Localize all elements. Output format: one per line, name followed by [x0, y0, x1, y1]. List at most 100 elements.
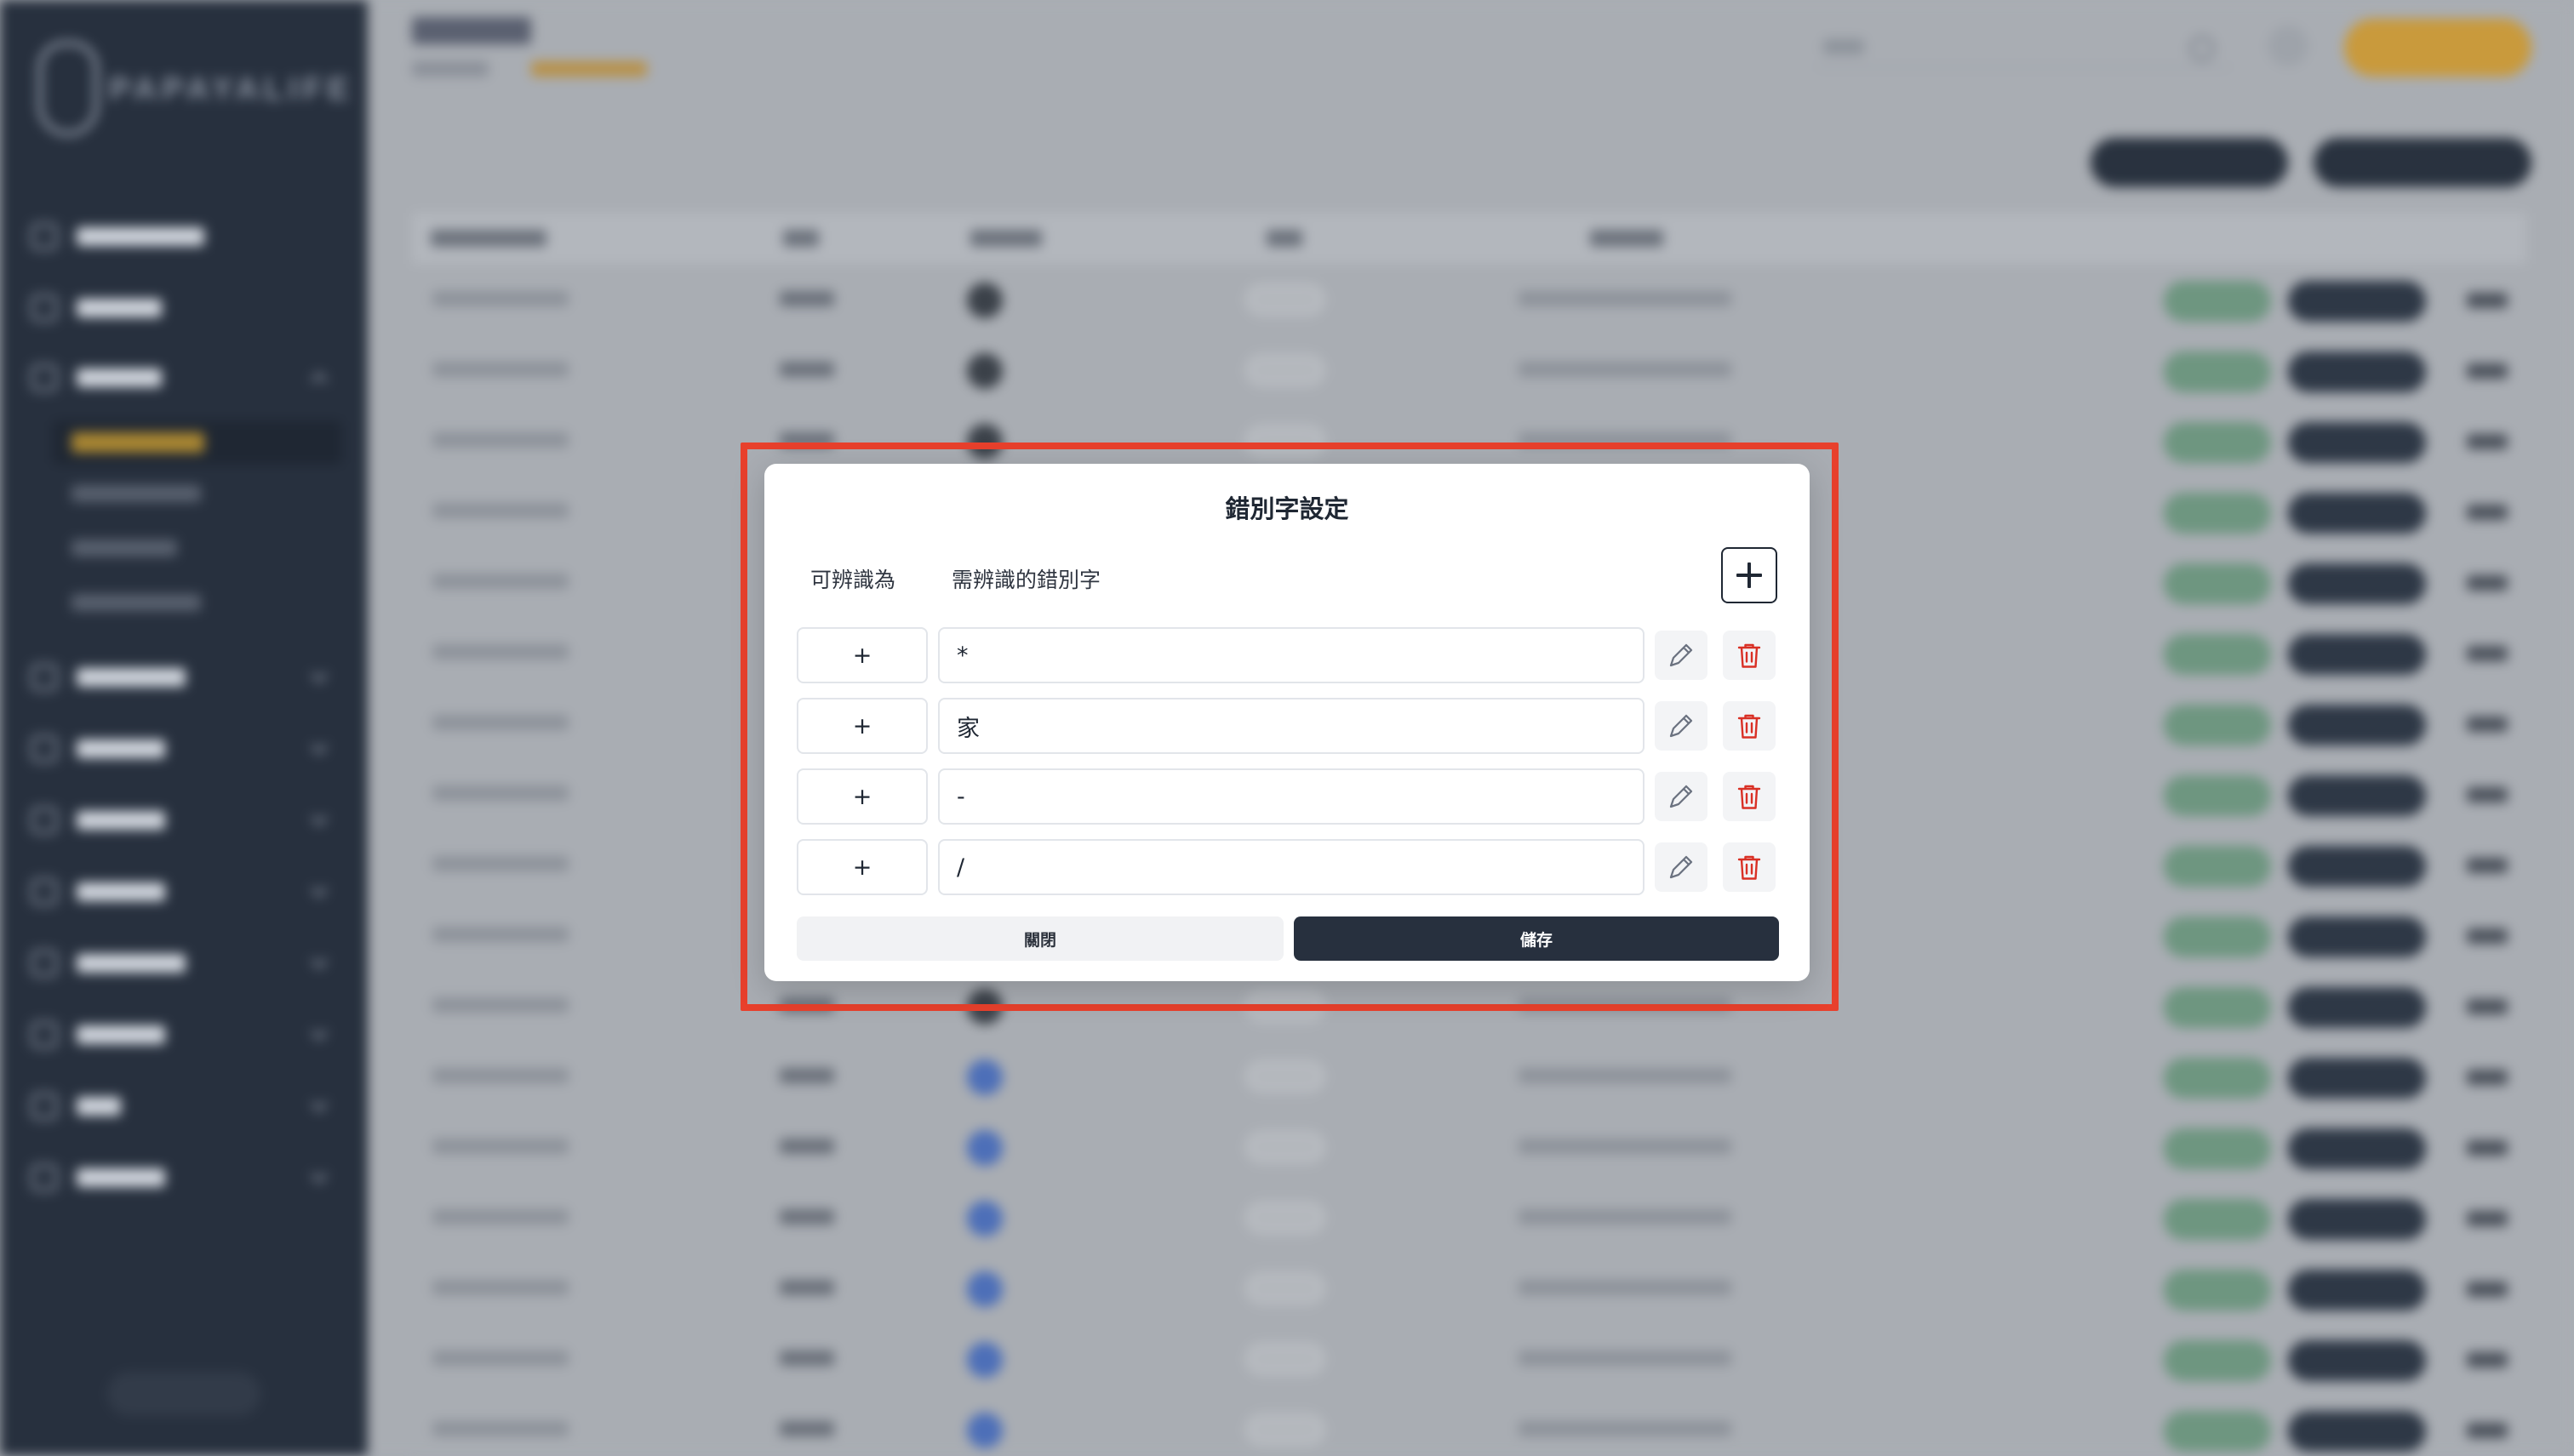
typo-input[interactable]	[938, 768, 1644, 825]
row-action-button[interactable]	[2288, 1340, 2426, 1381]
row-action-button[interactable]	[2164, 281, 2271, 322]
row-action-button[interactable]	[2164, 846, 2271, 887]
row-delete-button[interactable]	[2467, 575, 2508, 591]
row-action-button[interactable]	[2288, 987, 2426, 1028]
add-row-button[interactable]	[1721, 547, 1777, 603]
row-action-button[interactable]	[2288, 634, 2426, 675]
cell-toggle[interactable]	[1246, 1061, 1324, 1092]
sidebar-item[interactable]	[31, 875, 337, 909]
notification-button[interactable]	[2268, 26, 2308, 66]
sidebar-item[interactable]	[31, 291, 337, 325]
row-action-button[interactable]	[2288, 1058, 2426, 1099]
table-row	[412, 1323, 2526, 1394]
sidebar-item[interactable]	[31, 803, 337, 837]
row-action-button[interactable]	[2164, 775, 2271, 816]
cell-toggle[interactable]	[1246, 1344, 1324, 1374]
row-delete-button[interactable]	[2467, 434, 2508, 449]
row-action-button[interactable]	[2288, 705, 2426, 745]
sidebar-item[interactable]	[31, 946, 337, 980]
row-delete-button[interactable]	[2467, 293, 2508, 308]
cell-toggle[interactable]	[1246, 1202, 1324, 1233]
edit-button[interactable]	[1655, 631, 1707, 680]
row-action-button[interactable]	[2288, 1128, 2426, 1169]
user-menu-button[interactable]	[2344, 19, 2531, 77]
row-action-button[interactable]	[2288, 422, 2426, 463]
sidebar-item[interactable]	[31, 1161, 337, 1195]
typo-input[interactable]	[938, 698, 1644, 754]
row-delete-button[interactable]	[2467, 646, 2508, 661]
toolbar-button[interactable]	[2314, 138, 2531, 187]
row-delete-button[interactable]	[2467, 928, 2508, 944]
cell-toggle[interactable]	[1246, 284, 1324, 315]
row-action-button[interactable]	[2164, 1128, 2271, 1169]
typo-input[interactable]	[938, 839, 1644, 895]
row-delete-button[interactable]	[2467, 1070, 2508, 1085]
save-button[interactable]: 儲存	[1294, 916, 1779, 961]
cell-toggle[interactable]	[1246, 355, 1324, 385]
close-button[interactable]: 關閉	[797, 916, 1284, 961]
row-action-button[interactable]	[2288, 1270, 2426, 1310]
row-action-button[interactable]	[2164, 422, 2271, 463]
row-delete-button[interactable]	[2467, 1282, 2508, 1297]
row-action-button[interactable]	[2164, 563, 2271, 604]
row-action-button[interactable]	[2164, 1058, 2271, 1099]
sidebar-item[interactable]	[31, 732, 337, 766]
row-action-button[interactable]	[2288, 916, 2426, 957]
row-action-button[interactable]	[2288, 775, 2426, 816]
sidebar-subitem[interactable]	[72, 540, 177, 557]
delete-button[interactable]	[1723, 772, 1776, 821]
row-delete-button[interactable]	[2467, 787, 2508, 802]
row-action-button[interactable]	[2288, 1411, 2426, 1452]
row-action-button[interactable]	[2164, 351, 2271, 392]
row-action-button[interactable]	[2164, 493, 2271, 534]
cell-toggle[interactable]	[1246, 1273, 1324, 1304]
edit-button[interactable]	[1655, 842, 1707, 892]
row-action-button[interactable]	[2164, 634, 2271, 675]
row-delete-button[interactable]	[2467, 505, 2508, 520]
row-action-button[interactable]	[2164, 1340, 2271, 1381]
delete-button[interactable]	[1723, 842, 1776, 892]
recognized-value[interactable]: +	[797, 698, 928, 754]
delete-button[interactable]	[1723, 701, 1776, 751]
edit-button[interactable]	[1655, 701, 1707, 751]
row-action-button[interactable]	[2164, 916, 2271, 957]
row-action-button[interactable]	[2164, 1270, 2271, 1310]
sidebar-item[interactable]	[31, 660, 337, 694]
row-action-button[interactable]	[2164, 1411, 2271, 1452]
search-input[interactable]	[1815, 24, 2232, 68]
sidebar-collapse-button[interactable]	[107, 1372, 260, 1416]
breadcrumb-item[interactable]	[412, 61, 489, 77]
row-action-button[interactable]	[2164, 987, 2271, 1028]
row-delete-button[interactable]	[2467, 1423, 2508, 1438]
recognized-value[interactable]: +	[797, 768, 928, 825]
recognized-value[interactable]: +	[797, 627, 928, 683]
row-action-button[interactable]	[2288, 351, 2426, 392]
sidebar-subitem[interactable]	[72, 485, 201, 502]
row-delete-button[interactable]	[2467, 1352, 2508, 1367]
sidebar-item[interactable]	[31, 1018, 337, 1052]
row-delete-button[interactable]	[2467, 363, 2508, 379]
sidebar-subitem[interactable]	[72, 594, 201, 611]
row-action-button[interactable]	[2288, 281, 2426, 322]
row-delete-button[interactable]	[2467, 1211, 2508, 1226]
sidebar-item[interactable]	[31, 361, 337, 395]
row-action-button[interactable]	[2288, 563, 2426, 604]
row-action-button[interactable]	[2164, 1199, 2271, 1240]
row-delete-button[interactable]	[2467, 717, 2508, 732]
edit-button[interactable]	[1655, 772, 1707, 821]
delete-button[interactable]	[1723, 631, 1776, 680]
row-action-button[interactable]	[2288, 846, 2426, 887]
typo-input[interactable]	[938, 627, 1644, 683]
row-delete-button[interactable]	[2467, 1140, 2508, 1156]
cell-toggle[interactable]	[1246, 1132, 1324, 1162]
sidebar-item[interactable]	[31, 220, 337, 254]
recognized-value[interactable]: +	[797, 839, 928, 895]
row-delete-button[interactable]	[2467, 999, 2508, 1014]
toolbar-button[interactable]	[2091, 138, 2288, 187]
row-action-button[interactable]	[2288, 493, 2426, 534]
cell-toggle[interactable]	[1246, 1414, 1324, 1445]
row-action-button[interactable]	[2164, 705, 2271, 745]
row-action-button[interactable]	[2288, 1199, 2426, 1240]
row-delete-button[interactable]	[2467, 858, 2508, 873]
sidebar-item[interactable]	[31, 1089, 337, 1123]
